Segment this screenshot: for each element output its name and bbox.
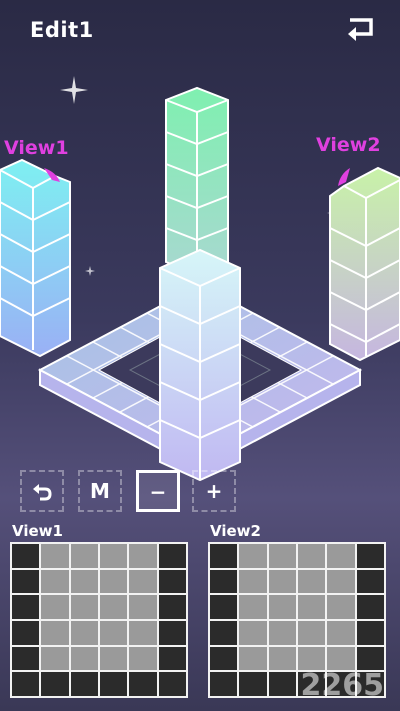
view1-grid-cell[interactable] (129, 646, 157, 671)
view1-grid-cell[interactable] (70, 646, 98, 671)
back-tower (165, 86, 229, 276)
view1-grid-cell[interactable] (158, 544, 186, 568)
view2-grid-cell[interactable] (239, 569, 267, 594)
view1-grid-cell[interactable] (100, 595, 128, 619)
remove-block-button[interactable]: − (136, 470, 180, 512)
view2-grid-cell[interactable] (210, 595, 238, 619)
voxel-scene[interactable] (0, 64, 400, 484)
view1-grid-cell[interactable] (129, 595, 157, 619)
mirror-button[interactable]: M (78, 470, 122, 512)
view2-grid-cell[interactable] (298, 646, 326, 671)
view1-grid-cell[interactable] (100, 544, 128, 568)
view1-grid-cell[interactable] (100, 646, 128, 671)
view2-label: View2 (316, 134, 381, 156)
view1-grid-cell[interactable] (12, 544, 40, 568)
tool-bar: M − + (20, 470, 260, 514)
view2-grid-cell[interactable] (268, 595, 296, 619)
view2-grid-title: View2 (210, 522, 261, 540)
view2-grid-cell[interactable] (210, 672, 238, 696)
view1-grid-cell[interactable] (12, 672, 40, 696)
view2-grid-cell[interactable] (298, 544, 326, 568)
view1-grid-cell[interactable] (12, 595, 40, 619)
view2-grid-cell[interactable] (356, 620, 384, 645)
view1-grid-cell[interactable] (70, 620, 98, 645)
view1-grid-cell[interactable] (158, 569, 186, 594)
view2-grid-cell[interactable] (298, 569, 326, 594)
view2-grid-cell[interactable] (356, 544, 384, 568)
view2-grid-cell[interactable] (327, 595, 355, 619)
front-tower (159, 248, 241, 482)
view2-grid-cell[interactable] (327, 620, 355, 645)
view1-grid-cell[interactable] (41, 672, 69, 696)
view2-grid-cell[interactable] (239, 544, 267, 568)
view1-grid-cell[interactable] (41, 544, 69, 568)
watermark-logo: 2265 (300, 668, 385, 703)
view2-grid-cell[interactable] (210, 620, 238, 645)
view2-grid-cell[interactable] (268, 672, 296, 696)
view1-grid-cell[interactable] (12, 569, 40, 594)
view1-label: View1 (4, 137, 69, 159)
view2-grid-cell[interactable] (239, 672, 267, 696)
view1-grid-cell[interactable] (70, 672, 98, 696)
undo-arrow-icon (33, 484, 52, 501)
view2-grid-cell[interactable] (210, 646, 238, 671)
view1-grid-cell[interactable] (129, 620, 157, 645)
view1-grid-cell[interactable] (41, 595, 69, 619)
return-arrow-icon[interactable] (344, 16, 378, 46)
view2-grid-cell[interactable] (239, 646, 267, 671)
view1-grid-cell[interactable] (12, 620, 40, 645)
view1-grid-cell[interactable] (100, 620, 128, 645)
view1-grid-cell[interactable] (70, 595, 98, 619)
view1-grid-cell[interactable] (12, 646, 40, 671)
view2-grid-cell[interactable] (356, 569, 384, 594)
view2-grid-cell[interactable] (268, 646, 296, 671)
view2-grid-cell[interactable] (210, 569, 238, 594)
view2-grid-cell[interactable] (356, 595, 384, 619)
view1-grid-cell[interactable] (70, 544, 98, 568)
view2-grid-cell[interactable] (268, 620, 296, 645)
view1-grid-cell[interactable] (41, 569, 69, 594)
view2-grid-cell[interactable] (268, 569, 296, 594)
view1-grid-title: View1 (12, 522, 63, 540)
view1-grid-cell[interactable] (158, 620, 186, 645)
view2-grid-cell[interactable] (239, 620, 267, 645)
view1-grid-cell[interactable] (100, 569, 128, 594)
level-title: Edit1 (30, 18, 94, 42)
view1-grid-cell[interactable] (41, 646, 69, 671)
view2-grid-cell[interactable] (356, 646, 384, 671)
view1-grid-cell[interactable] (158, 646, 186, 671)
right-tower (329, 166, 400, 362)
view2-grid-cell[interactable] (298, 595, 326, 619)
view1-grid-cell[interactable] (158, 672, 186, 696)
view1-grid-cell[interactable] (70, 569, 98, 594)
view1-grid-cell[interactable] (129, 672, 157, 696)
view2-grid-cell[interactable] (210, 544, 238, 568)
view1-grid (10, 542, 188, 698)
view1-grid-cell[interactable] (129, 569, 157, 594)
view1-grid-cell[interactable] (129, 544, 157, 568)
left-tower (0, 158, 71, 358)
view1-grid-cell[interactable] (100, 672, 128, 696)
view1-grid-cell[interactable] (41, 620, 69, 645)
view1-grid-cell[interactable] (158, 595, 186, 619)
top-bar: Edit1 (0, 0, 400, 64)
view2-grid-cell[interactable] (298, 620, 326, 645)
view2-grid-cell[interactable] (327, 646, 355, 671)
view2-grid-cell[interactable] (327, 544, 355, 568)
view2-grid-cell[interactable] (327, 569, 355, 594)
view2-grid-cell[interactable] (268, 544, 296, 568)
add-block-button[interactable]: + (192, 470, 236, 512)
view2-grid-cell[interactable] (239, 595, 267, 619)
undo-button[interactable] (20, 470, 64, 512)
